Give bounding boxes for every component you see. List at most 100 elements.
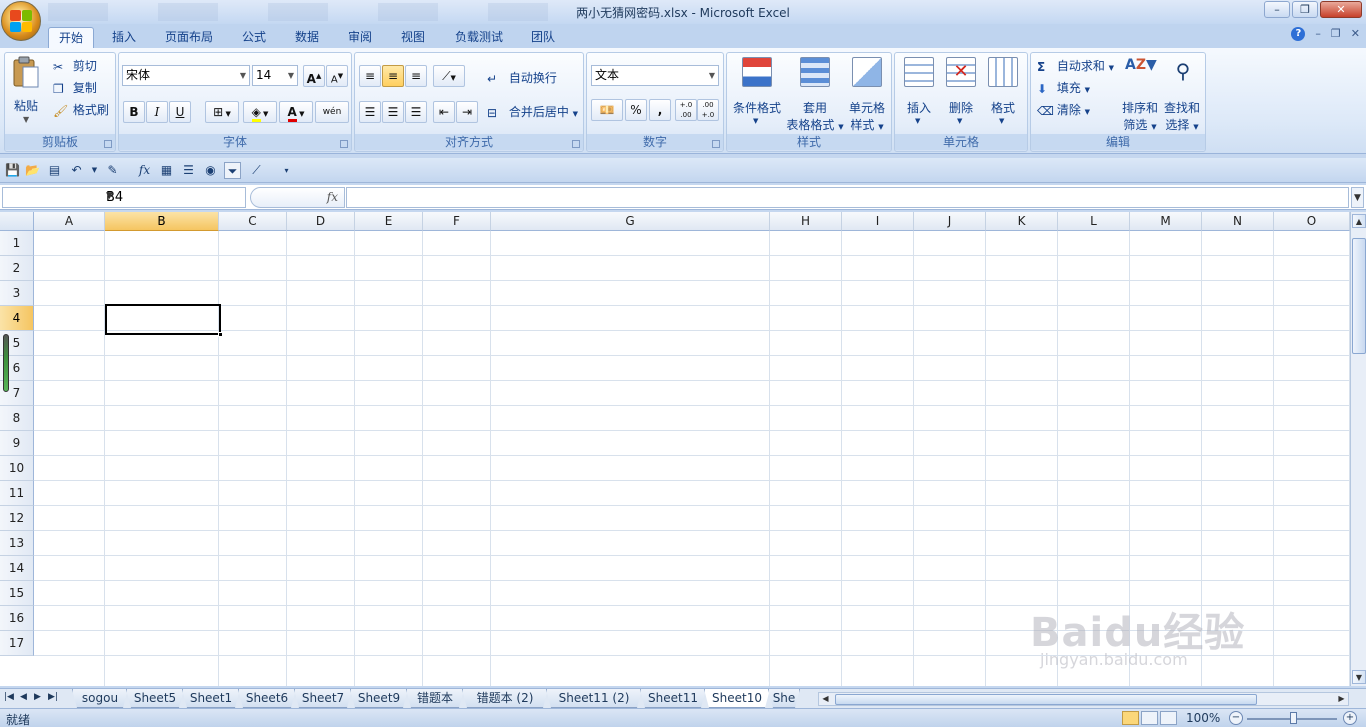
- cut-button[interactable]: ✂ 剪切: [53, 57, 97, 74]
- tab-home[interactable]: 开始: [48, 27, 94, 48]
- expand-formula-bar-icon[interactable]: ▼: [1351, 187, 1364, 208]
- borders-button[interactable]: ⊞ ▼: [205, 101, 239, 123]
- row-header-16[interactable]: 16: [0, 606, 34, 631]
- column-header-c[interactable]: C: [219, 212, 287, 231]
- orientation-tool-icon[interactable]: ⟋: [248, 162, 265, 179]
- tab-data[interactable]: 数据: [285, 27, 329, 48]
- increase-indent-button[interactable]: ⇥: [456, 101, 478, 123]
- column-header-l[interactable]: L: [1058, 212, 1130, 231]
- tab-load-test[interactable]: 负载测试: [446, 27, 512, 48]
- paste-button[interactable]: 粘贴 ▼: [11, 55, 41, 124]
- decrease-indent-button[interactable]: ⇤: [433, 101, 455, 123]
- sheet-tab[interactable]: 错题本 (2): [462, 689, 548, 708]
- row-header-13[interactable]: 13: [0, 531, 34, 556]
- column-header-j[interactable]: J: [914, 212, 986, 231]
- scroll-down-icon[interactable]: ▼: [1352, 670, 1366, 684]
- column-header-i[interactable]: I: [842, 212, 914, 231]
- percent-button[interactable]: %: [625, 99, 647, 121]
- phonetic-button[interactable]: wén: [315, 101, 349, 123]
- align-middle-button[interactable]: ≡: [382, 65, 404, 87]
- font-color-button[interactable]: A ▼: [279, 101, 313, 123]
- column-header-a[interactable]: A: [34, 212, 105, 231]
- orientation-button[interactable]: ⟋▼: [433, 65, 465, 87]
- tab-team[interactable]: 团队: [521, 27, 565, 48]
- column-header-k[interactable]: K: [986, 212, 1058, 231]
- table-icon[interactable]: ▦: [158, 162, 175, 179]
- fill-handle[interactable]: [218, 332, 223, 337]
- comma-button[interactable]: ,: [649, 99, 671, 121]
- sheet-tab[interactable]: Sheet5: [126, 689, 184, 708]
- sheet-tab[interactable]: Sheet11 (2): [546, 689, 642, 708]
- sheet-tab[interactable]: 错题本: [406, 689, 464, 708]
- insert-function-button[interactable]: fx: [327, 190, 338, 204]
- tab-page-layout[interactable]: 页面布局: [156, 27, 222, 48]
- row-header-17[interactable]: 17: [0, 631, 34, 656]
- page-break-view-icon[interactable]: [1160, 711, 1177, 725]
- number-format-select[interactable]: 文本 ▼: [591, 65, 719, 86]
- copy-button[interactable]: ❐ 复制: [53, 79, 97, 96]
- column-header-n[interactable]: N: [1202, 212, 1274, 231]
- align-bottom-button[interactable]: ≡: [405, 65, 427, 87]
- customize-toolbar-icon[interactable]: ▾: [278, 162, 295, 179]
- normal-view-icon[interactable]: [1122, 711, 1139, 725]
- grow-font-button[interactable]: A▲: [303, 65, 325, 87]
- row-header-10[interactable]: 10: [0, 456, 34, 481]
- sheet-tab[interactable]: Sheet10: [704, 689, 770, 708]
- clear-button[interactable]: ⌫ 清除 ▼: [1037, 101, 1090, 118]
- next-sheet-icon[interactable]: ▶: [34, 692, 41, 702]
- shrink-font-button[interactable]: A▼: [326, 65, 348, 87]
- row-header-9[interactable]: 9: [0, 431, 34, 456]
- zoom-in-icon[interactable]: +: [1343, 711, 1357, 725]
- number-launcher-icon[interactable]: [712, 140, 720, 148]
- align-left-button[interactable]: ☰: [359, 101, 381, 123]
- help-icon[interactable]: ?: [1291, 27, 1306, 41]
- name-box[interactable]: B4 ▼: [2, 187, 246, 208]
- sheet-tab[interactable]: Sheet11: [640, 689, 706, 708]
- tab-review[interactable]: 审阅: [338, 27, 382, 48]
- zoom-slider-knob[interactable]: [1290, 712, 1297, 724]
- currency-button[interactable]: 💴: [591, 99, 623, 121]
- decrease-decimal-button[interactable]: .00 +.0: [697, 99, 719, 121]
- function-icon[interactable]: fx: [136, 162, 153, 179]
- worksheet-grid[interactable]: ABCDEFGHIJKLMNO 1 2 3 4 5 6 7 8 9 10 11 12 13 14 15 16 1…: [0, 212, 1350, 686]
- row-header-2[interactable]: 2: [0, 256, 34, 281]
- sheet-tab[interactable]: Sheet1: [182, 689, 240, 708]
- print-preview-icon[interactable]: ▤: [46, 162, 63, 179]
- zoom-level[interactable]: 100%: [1186, 711, 1220, 725]
- tab-formulas[interactable]: 公式: [232, 27, 276, 48]
- column-header-h[interactable]: H: [770, 212, 842, 231]
- font-launcher-icon[interactable]: [340, 140, 348, 148]
- ribbon-close-icon[interactable]: ✕: [1351, 27, 1360, 41]
- office-button[interactable]: [1, 1, 41, 41]
- underline-button[interactable]: U: [169, 101, 191, 123]
- row-header-1[interactable]: 1: [0, 231, 34, 256]
- sheet-tab[interactable]: Sheet6: [238, 689, 296, 708]
- merge-center-button[interactable]: ⊟ 合并后居中 ▼: [487, 103, 578, 120]
- alignment-launcher-icon[interactable]: [572, 140, 580, 148]
- increase-decimal-button[interactable]: +.0 .00: [675, 99, 697, 121]
- column-header-m[interactable]: M: [1130, 212, 1202, 231]
- row-header-8[interactable]: 8: [0, 406, 34, 431]
- formula-input[interactable]: [346, 187, 1349, 208]
- italic-button[interactable]: I: [146, 101, 168, 123]
- select-all-corner[interactable]: [0, 212, 34, 231]
- row-header-11[interactable]: 11: [0, 481, 34, 506]
- row-header-15[interactable]: 15: [0, 581, 34, 606]
- row-header-4[interactable]: 4: [0, 306, 34, 331]
- pen-icon[interactable]: ✎: [104, 162, 121, 179]
- undo-icon[interactable]: ↶: [68, 162, 85, 179]
- ribbon-minimize-icon[interactable]: –: [1315, 27, 1321, 41]
- vertical-scrollbar[interactable]: ▲ ▼: [1350, 212, 1366, 686]
- wrap-text-button[interactable]: ↵ 自动换行: [487, 69, 557, 86]
- filter-icon[interactable]: ⏷: [224, 162, 241, 179]
- first-sheet-icon[interactable]: |◀: [4, 692, 14, 702]
- vertical-scroll-thumb[interactable]: [1352, 238, 1366, 354]
- active-cell[interactable]: [105, 304, 223, 337]
- page-layout-view-icon[interactable]: [1141, 711, 1158, 725]
- zoom-out-icon[interactable]: −: [1229, 711, 1243, 725]
- prev-sheet-icon[interactable]: ◀: [20, 692, 27, 702]
- align-top-button[interactable]: ≡: [359, 65, 381, 87]
- row-header-12[interactable]: 12: [0, 506, 34, 531]
- column-header-g[interactable]: G: [491, 212, 770, 231]
- tab-insert[interactable]: 插入: [102, 27, 146, 48]
